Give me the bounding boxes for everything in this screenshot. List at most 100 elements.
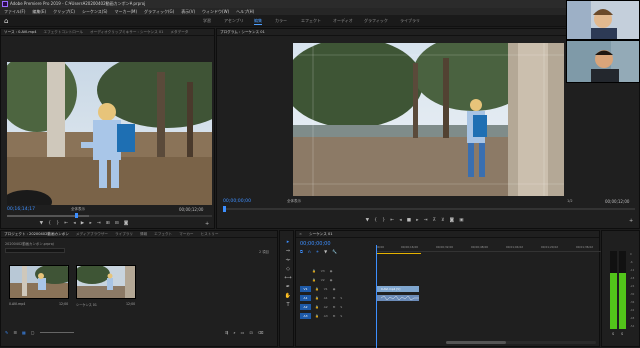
project-item-thumb-sequence[interactable] [76, 265, 136, 299]
clear-icon[interactable]: ⌫ [258, 330, 264, 335]
slip-tool-icon[interactable]: ⟷ [284, 275, 292, 281]
time-ruler[interactable]: 00;00 00;00;16;00 00;00;32;00 00;00;48;0… [376, 245, 601, 252]
step-forward-icon[interactable]: ▸ [89, 221, 91, 226]
step-forward-icon[interactable]: ▸ [416, 218, 418, 223]
workspace-audio[interactable]: オーディオ [333, 18, 353, 24]
workspace-assembly[interactable]: アセンブリ [224, 18, 244, 24]
track-lock-icon[interactable]: 🔒 [315, 296, 319, 300]
pencil-icon[interactable]: ✎ [5, 330, 8, 335]
tab-media-browser[interactable]: メディアブラウザー [76, 232, 108, 237]
automate-icon[interactable]: ⇶ [225, 330, 228, 335]
source-scrub-bar[interactable] [7, 215, 212, 217]
program-quality-select[interactable]: 1/2 [567, 199, 573, 203]
mute-icon[interactable]: M [333, 305, 336, 309]
track-a3[interactable]: A3 🔒 A3 M S [296, 312, 376, 320]
tab-libraries[interactable]: ライブラリ [115, 232, 133, 237]
zoom-slider[interactable] [39, 332, 74, 333]
video-clip[interactable]: 0.AVI.mp4 [V] [377, 286, 419, 292]
find-icon[interactable]: ⌕ [233, 330, 235, 335]
menu-graphic[interactable]: グラフィック(G) [144, 9, 174, 15]
source-timecode[interactable]: 00;16;14;17 [7, 207, 35, 212]
track-lock-icon[interactable]: 🔒 [315, 314, 319, 318]
tab-program[interactable]: プログラム : シーケンス 01 [220, 30, 265, 35]
menu-marker[interactable]: マーカー(M) [114, 9, 137, 15]
track-lock-icon[interactable]: 🔒 [312, 269, 316, 273]
menu-window[interactable]: ウィンドウ(W) [202, 9, 229, 15]
export-frame-icon[interactable]: ◙ [450, 218, 454, 223]
mute-icon[interactable]: M [333, 314, 336, 318]
source-target-a1[interactable]: A1 [300, 295, 311, 301]
source-playhead[interactable] [75, 213, 78, 218]
wrench-icon[interactable]: 🔧 [332, 249, 337, 254]
source-target-v1[interactable]: V1 [300, 286, 311, 292]
workspace-color[interactable]: カラー [275, 18, 287, 24]
tab-sequence[interactable]: シーケンス 01 [309, 232, 333, 237]
marker-icon[interactable]: ▼ [366, 218, 369, 223]
project-item-thumb-video[interactable] [9, 265, 69, 299]
menu-clip[interactable]: クリップ(C) [53, 9, 75, 15]
timeline-scrollbar[interactable] [446, 341, 596, 344]
tab-project[interactable]: プロジェクト : 20200402動画カンポン [4, 232, 69, 237]
overwrite-icon[interactable]: ⊟ [115, 221, 119, 226]
menu-file[interactable]: ファイル(F) [4, 9, 25, 15]
ripple-edit-tool-icon[interactable]: ⟛ [284, 257, 292, 263]
program-playhead[interactable] [223, 206, 226, 212]
program-video-frame[interactable] [293, 43, 564, 196]
track-lock-icon[interactable]: 🔒 [312, 278, 316, 282]
icon-view-icon[interactable]: ▦ [22, 330, 26, 335]
tab-effects[interactable]: エフェクト [154, 232, 172, 237]
meter-solo-left[interactable]: S [612, 332, 614, 336]
pen-tool-icon[interactable]: ✒ [284, 284, 292, 290]
eye-icon[interactable]: ◉ [333, 287, 336, 291]
new-item-icon[interactable]: ⊡ [249, 330, 252, 335]
solo-icon[interactable]: S [340, 305, 342, 309]
selection-tool-icon[interactable]: ▸ [284, 239, 292, 245]
add-marker-icon[interactable]: ▼ [324, 249, 327, 254]
nest-icon[interactable]: ⧉ [300, 249, 303, 254]
new-bin-icon[interactable]: ▭ [241, 330, 245, 335]
program-timecode[interactable]: 00;00;00;00 [223, 199, 251, 204]
lift-icon[interactable]: ⊼ [433, 218, 436, 223]
play-icon[interactable]: ■ [407, 218, 411, 223]
tab-audio-clip-mixer[interactable]: オーディオクリップミキサー : シーケンス 01 [90, 30, 163, 35]
tab-info[interactable]: 情報 [140, 232, 147, 237]
menu-help[interactable]: ヘルプ(H) [236, 9, 254, 15]
eye-icon[interactable]: ◉ [330, 278, 333, 282]
extract-icon[interactable]: ⊻ [441, 218, 444, 223]
mark-out-icon[interactable]: } [56, 221, 59, 226]
tab-markers[interactable]: マーカー [179, 232, 193, 237]
project-search-input[interactable] [5, 248, 65, 253]
audio-clip[interactable] [377, 295, 419, 301]
hand-tool-icon[interactable]: ✋ [284, 293, 292, 299]
mark-in-icon[interactable]: { [48, 221, 51, 226]
track-v3[interactable]: 🔒 V3 ◉ [296, 267, 376, 275]
source-target-a2[interactable]: A2 [300, 304, 311, 310]
track-lock-icon[interactable]: 🔒 [315, 287, 319, 291]
marker-icon[interactable]: ▼ [40, 221, 43, 226]
solo-icon[interactable]: S [340, 296, 342, 300]
tab-effect-controls[interactable]: エフェクトコントロール [43, 30, 83, 35]
track-select-tool-icon[interactable]: ⇒ [284, 248, 292, 254]
razor-tool-icon[interactable]: ◇ [284, 266, 292, 272]
go-to-in-icon[interactable]: ⇤ [390, 218, 394, 223]
freeform-view-icon[interactable]: ▢ [31, 330, 35, 335]
workspace-effects[interactable]: エフェクト [301, 18, 321, 24]
go-to-in-icon[interactable]: ⇤ [64, 221, 68, 226]
timeline-timecode[interactable]: 00;00;00;00 [300, 241, 331, 247]
workspace-graphics[interactable]: グラフィック [364, 18, 388, 24]
source-fit-select[interactable]: 全体表示 [71, 207, 85, 212]
track-a1[interactable]: A1 🔒 A1 M S [296, 294, 376, 302]
work-area-bar[interactable] [376, 253, 421, 254]
snap-icon[interactable]: ∩ [308, 249, 311, 254]
track-v1[interactable]: V1 🔒 V1 ◉ [296, 285, 376, 293]
go-to-out-icon[interactable]: ⇥ [424, 218, 428, 223]
type-tool-icon[interactable]: T [284, 302, 292, 308]
eye-icon[interactable]: ◉ [330, 269, 333, 273]
insert-icon[interactable]: ⊞ [106, 221, 110, 226]
program-add-icon[interactable]: + [629, 218, 633, 224]
tab-history[interactable]: ヒストリー [201, 232, 219, 237]
workspace-learn[interactable]: 学習 [203, 18, 211, 24]
play-icon[interactable]: ▶ [81, 221, 84, 226]
meter-solo-right[interactable]: S [621, 332, 623, 336]
step-back-icon[interactable]: ◂ [73, 221, 75, 226]
